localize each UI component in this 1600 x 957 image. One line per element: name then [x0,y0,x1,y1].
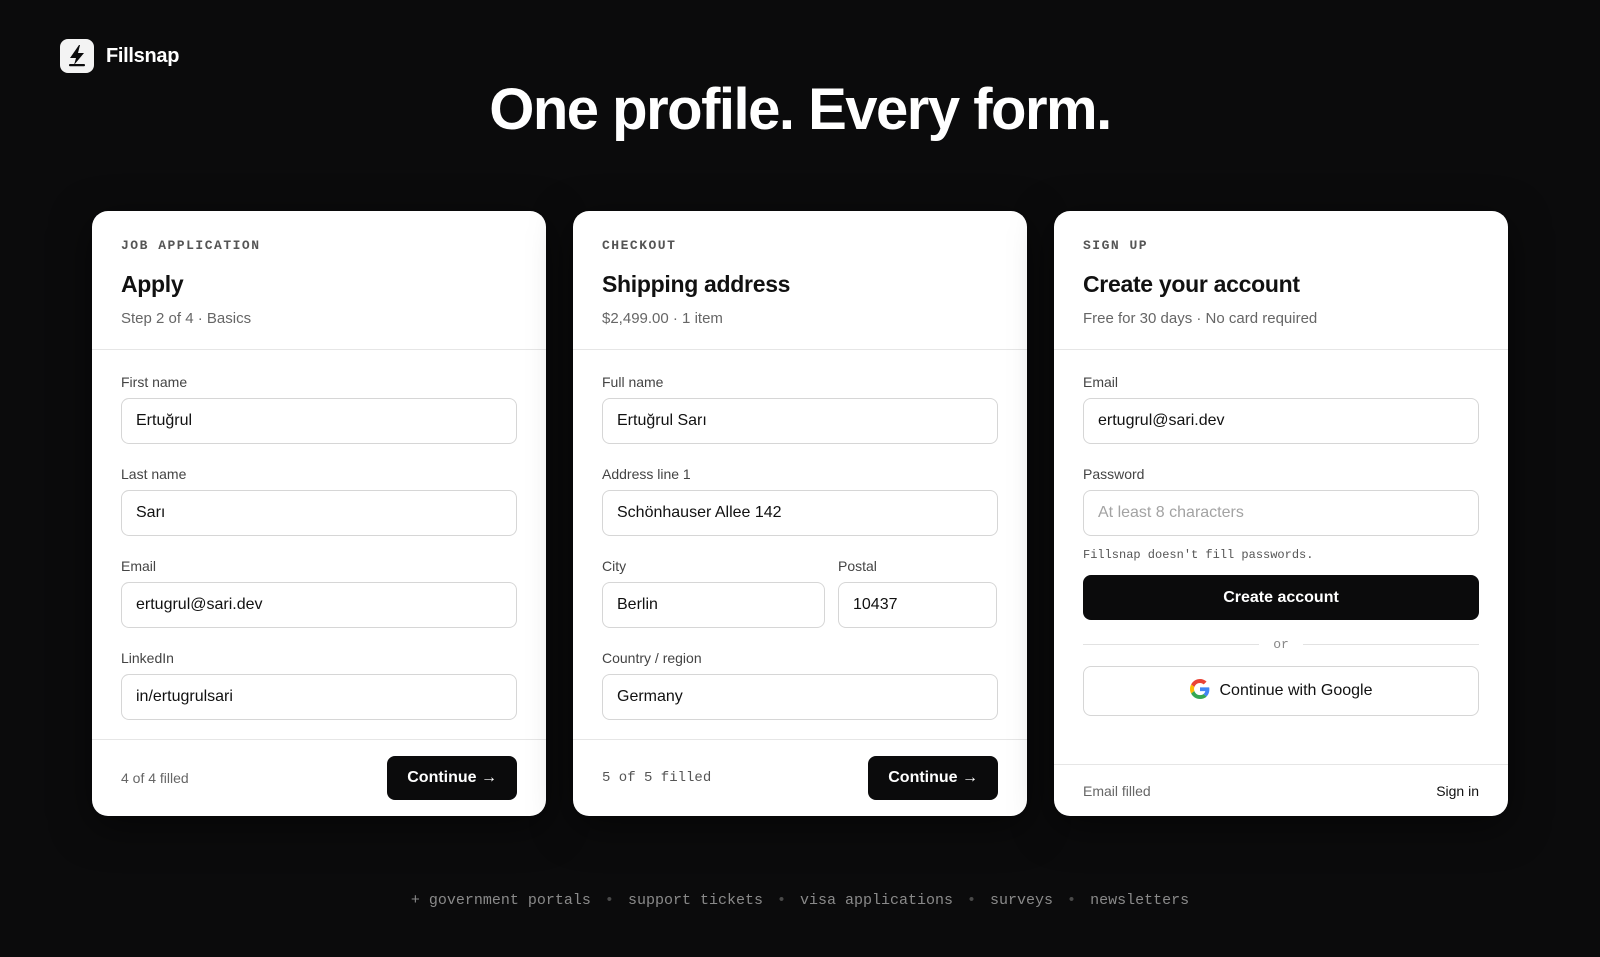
city-label: City [602,558,627,574]
divider-line [1083,644,1260,645]
card-subtitle: Free for 30 days · No card required [1083,310,1318,327]
use-cases-tagline: + government portals • support tickets • vis… [0,892,1600,909]
card-header: CHECKOUT Shipping address $2,499.00 · 1 … [573,211,1027,350]
password-hint: Fillsnap doesn't fill passwords. [1083,548,1314,562]
first-name-input[interactable]: Ertuğrul [121,398,517,444]
linkedin-input[interactable]: in/ertugrulsari [121,674,517,720]
tagline-item: newsletters [1090,892,1190,909]
city-field: City Berlin [602,558,825,628]
card-eyebrow: SIGN UP [1083,238,1149,253]
postal-input[interactable]: 10437 [838,582,997,628]
fill-status: 4 of 4 filled [121,770,189,786]
last-name-label: Last name [121,466,187,482]
city-postal-row: City Berlin Postal 10437 [602,558,998,628]
fill-status: Email filled [1083,782,1151,799]
card-form: Email ertugrul@sari.dev Password At leas… [1054,350,1508,716]
tagline-separator: • [604,892,614,909]
job-application-card: JOB APPLICATION Apply Step 2 of 4 · Basi… [92,211,546,816]
tagline-separator: • [776,892,786,909]
card-title: Shipping address [602,271,791,297]
card-footer: 4 of 4 filled Continue → [92,739,546,816]
fill-status: 5 of 5 filled [602,770,712,786]
continue-button[interactable]: Continue → [868,756,998,800]
linkedin-field: LinkedIn in/ertugrulsari [121,650,517,720]
continue-button[interactable]: Continue → [387,756,517,800]
country-field: Country / region Germany [602,650,998,720]
signup-card: SIGN UP Create your account Free for 30 … [1054,211,1508,816]
password-field: Password At least 8 characters [1083,466,1479,536]
email-input[interactable]: ertugrul@sari.dev [1083,398,1479,444]
card-header: SIGN UP Create your account Free for 30 … [1054,211,1508,350]
first-name-field: First name Ertuğrul [121,374,517,444]
country-input[interactable]: Germany [602,674,998,720]
divider-line [1302,644,1480,645]
brand[interactable]: Fillsnap [60,39,179,73]
email-label: Email [1083,374,1119,390]
full-name-input[interactable]: Ertuğrul Sarı [602,398,998,444]
lightning-bolt-icon [60,39,94,73]
card-subtitle: $2,499.00 · 1 item [602,310,723,327]
email-input[interactable]: ertugrul@sari.dev [121,582,517,628]
address-line-1-input[interactable]: Schönhauser Allee 142 [602,490,998,536]
city-input[interactable]: Berlin [602,582,825,628]
card-eyebrow: JOB APPLICATION [121,238,261,253]
checkout-card: CHECKOUT Shipping address $2,499.00 · 1 … [573,211,1027,816]
brand-name: Fillsnap [106,44,180,67]
full-name-label: Full name [602,374,664,390]
page-headline: One profile. Every form. [489,77,1112,142]
last-name-input[interactable]: Sarı [121,490,517,536]
password-label: Password [1083,466,1145,482]
card-eyebrow: CHECKOUT [602,238,677,253]
email-field: Email ertugrul@sari.dev [1083,374,1479,444]
tagline-item: visa applications [799,892,954,909]
tagline-item: surveys [990,892,1054,909]
tagline-item: + government portals [410,892,591,909]
address-line-1-field: Address line 1 Schönhauser Allee 142 [602,466,998,536]
linkedin-label: LinkedIn [121,650,174,666]
google-icon [1189,678,1210,704]
email-label: Email [121,558,157,574]
full-name-field: Full name Ertuğrul Sarı [602,374,998,444]
country-label: Country / region [602,650,702,666]
card-subtitle: Step 2 of 4 · Basics [121,310,252,327]
password-input[interactable]: At least 8 characters [1083,490,1479,536]
or-divider: or [1083,637,1480,652]
card-title: Create your account [1083,271,1300,297]
create-account-button[interactable]: Create account [1083,575,1479,620]
address-line-1-label: Address line 1 [602,466,691,482]
card-form: First name Ertuğrul Last name Sarı Email… [92,350,546,720]
postal-label: Postal [838,558,877,574]
postal-field: Postal 10437 [838,558,997,628]
divider-text: or [1273,637,1289,652]
card-title: Apply [121,271,184,297]
page: Fillsnap One profile. Every form. JOB AP… [0,0,1600,957]
card-form: Full name Ertuğrul Sarı Address line 1 S… [573,350,1027,720]
tagline-separator: • [967,892,977,909]
google-button-label: Continue with Google [1219,682,1373,699]
card-header: JOB APPLICATION Apply Step 2 of 4 · Basi… [92,211,546,350]
continue-with-google-button[interactable]: Continue with Google [1083,666,1479,716]
tagline-item: support tickets [627,892,763,909]
card-footer: Email filled Sign in [1054,764,1508,816]
last-name-field: Last name Sarı [121,466,517,536]
sign-in-link[interactable]: Sign in [1436,783,1479,799]
first-name-label: First name [121,374,188,390]
tagline-separator: • [1067,892,1077,909]
card-footer: 5 of 5 filled Continue → [573,739,1027,816]
email-field: Email ertugrul@sari.dev [121,558,517,628]
